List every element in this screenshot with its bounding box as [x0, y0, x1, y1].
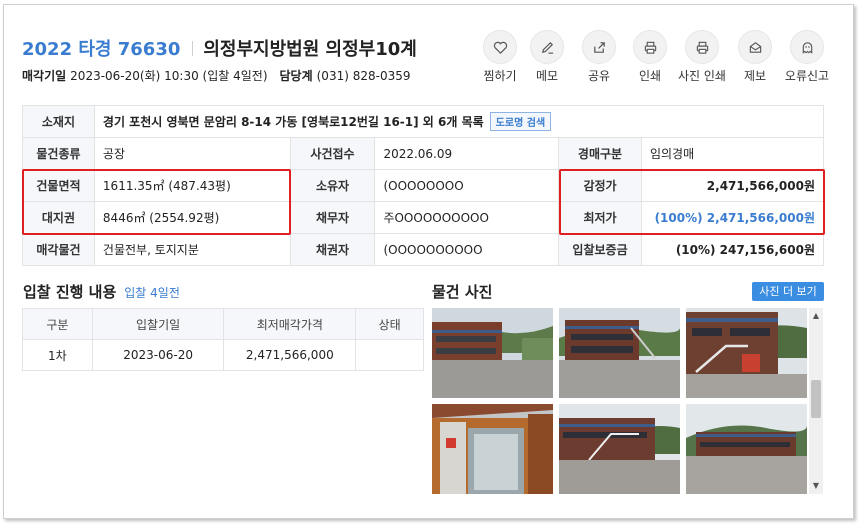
envelope-icon: [749, 41, 761, 53]
sale-item-value: 건물전부, 토지지분: [93, 233, 291, 266]
memo-button[interactable]: 메모: [519, 30, 575, 84]
sale-item-label: 매각물건: [22, 233, 95, 266]
title-divider: [192, 41, 194, 56]
sale-date-value: 2023-06-20(화) 10:30 (입찰 4일전): [70, 69, 268, 83]
printer-icon: [644, 41, 656, 54]
property-photo[interactable]: [559, 404, 680, 494]
property-photo[interactable]: [432, 308, 553, 398]
table-row: 물건종류 공장 사건접수 2022.06.09 경매구분 임의경매: [22, 137, 825, 170]
location-value: 경기 포천시 영북면 문암리 8-14 가동 [영북로12번길 16-1] 외 …: [102, 115, 484, 129]
table-row: 매각물건 건물전부, 토지지분 채권자 (OOOOOOOOOO 입찰보증금 (1…: [22, 233, 825, 266]
table-row: 대지권 8446㎡ (2554.92평) 채무자 주OOOOOOOOOO 최저가…: [22, 201, 825, 234]
creditor-label: 채권자: [289, 233, 376, 266]
land-value: 8446㎡ (2554.92평): [93, 201, 291, 234]
bid-title-text: 입찰 진행 내용: [23, 283, 117, 301]
appraisal-value: 2,471,566,000원: [640, 169, 825, 202]
date-cell: 2023-06-20: [91, 339, 225, 371]
deposit-label: 입찰보증금: [558, 233, 642, 266]
col-round: 구분: [22, 308, 93, 340]
scroll-up-icon[interactable]: ▲: [811, 311, 821, 320]
printer-icon: [696, 41, 708, 54]
debtor-value: 주OOOOOOOOOO: [374, 201, 560, 234]
contact-value: (031) 828-0359: [316, 69, 411, 83]
col-price: 최저매각가격: [223, 308, 357, 340]
heart-icon: [493, 41, 507, 54]
property-photo[interactable]: [432, 404, 553, 494]
filed-value: 2022.06.09: [374, 137, 560, 170]
contact-label: 담당계: [279, 69, 313, 83]
pencil-icon: [541, 41, 553, 54]
page-title: 2022 타경 76630 의정부지방법원 의정부10계: [22, 35, 417, 61]
bid-subtitle: 입찰 4일전: [124, 286, 180, 300]
col-date: 입찰기일: [91, 308, 225, 340]
error-report-label: 오류신고: [784, 69, 830, 83]
case-number: 2022 타경 76630: [22, 39, 181, 60]
type-value: 공장: [93, 137, 291, 170]
auction-type-label: 경매구분: [558, 137, 642, 170]
share-button[interactable]: 공유: [571, 30, 627, 84]
memo-label: 메모: [535, 69, 559, 83]
status-cell: [355, 339, 424, 371]
more-photos-button[interactable]: 사진 더 보기: [752, 282, 824, 301]
min-price-label: 최저가: [558, 201, 642, 234]
report-label: 제보: [743, 69, 767, 83]
location-cell: 경기 포천시 영북면 문암리 8-14 가동 [영북로12번길 16-1] 외 …: [93, 105, 825, 138]
road-search-button[interactable]: 도로명 검색: [489, 112, 552, 131]
min-price-value: (100%) 2,471,566,000원: [640, 201, 825, 234]
property-photo[interactable]: [686, 404, 807, 494]
filed-label: 사건접수: [289, 137, 376, 170]
share-label: 공유: [587, 69, 611, 83]
photo-grid: [432, 308, 825, 494]
photo-section-title: 물건 사진: [432, 283, 493, 301]
scroll-thumb[interactable]: [811, 380, 821, 418]
property-photo[interactable]: [559, 308, 680, 398]
print-label: 인쇄: [638, 69, 662, 83]
building-area-label: 건물면적: [22, 169, 95, 202]
bid-table: 구분 입찰기일 최저매각가격 상태 1차 2023-06-20 2,471,56…: [22, 308, 424, 371]
print-button[interactable]: 인쇄: [622, 30, 678, 84]
court-name: 의정부지방법원 의정부10계: [203, 39, 417, 60]
photo-print-label: 사진 인쇄: [678, 69, 726, 83]
table-row: 1차 2023-06-20 2,471,566,000: [22, 339, 424, 371]
ghost-icon: [802, 41, 812, 54]
auction-type-value: 임의경매: [640, 137, 825, 170]
land-label: 대지권: [22, 201, 95, 234]
round-cell: 1차: [22, 339, 93, 371]
sale-date-label: 매각기일: [22, 69, 67, 83]
property-photo[interactable]: [686, 308, 807, 398]
table-row: 건물면적 1611.35㎡ (487.43평) 소유자 (OOOOOOOO 감정…: [22, 169, 825, 202]
table-row: 소재지 경기 포천시 영북면 문암리 8-14 가동 [영북로12번길 16-1…: [22, 105, 825, 138]
creditor-value: (OOOOOOOOOO: [374, 233, 560, 266]
owner-value: (OOOOOOOO: [374, 169, 560, 202]
price-cell: 2,471,566,000: [223, 339, 357, 371]
appraisal-label: 감정가: [558, 169, 642, 202]
deposit-value: (10%) 247,156,600원: [640, 233, 825, 266]
action-bar: 찜하기 메모 공유 인쇄 사진 인쇄 제보 오류신고: [472, 30, 844, 88]
bid-section-title: 입찰 진행 내용 입찰 4일전: [23, 281, 180, 302]
error-report-button[interactable]: 오류신고: [779, 30, 835, 84]
type-label: 물건종류: [22, 137, 95, 170]
case-meta: 매각기일 2023-06-20(화) 10:30 (입찰 4일전) 담당계 (031)…: [22, 67, 410, 84]
report-button[interactable]: 제보: [727, 30, 783, 84]
photo-print-button[interactable]: 사진 인쇄: [674, 30, 730, 84]
owner-label: 소유자: [289, 169, 376, 202]
scroll-down-icon[interactable]: ▼: [811, 481, 821, 490]
col-status: 상태: [355, 308, 424, 340]
debtor-label: 채무자: [289, 201, 376, 234]
case-info-table: 소재지 경기 포천시 영북면 문암리 8-14 가동 [영북로12번길 16-1…: [22, 105, 825, 266]
building-area-value: 1611.35㎡ (487.43평): [93, 169, 291, 202]
table-header-row: 구분 입찰기일 최저매각가격 상태: [22, 308, 424, 340]
location-label: 소재지: [22, 105, 95, 138]
share-icon: [593, 41, 605, 53]
